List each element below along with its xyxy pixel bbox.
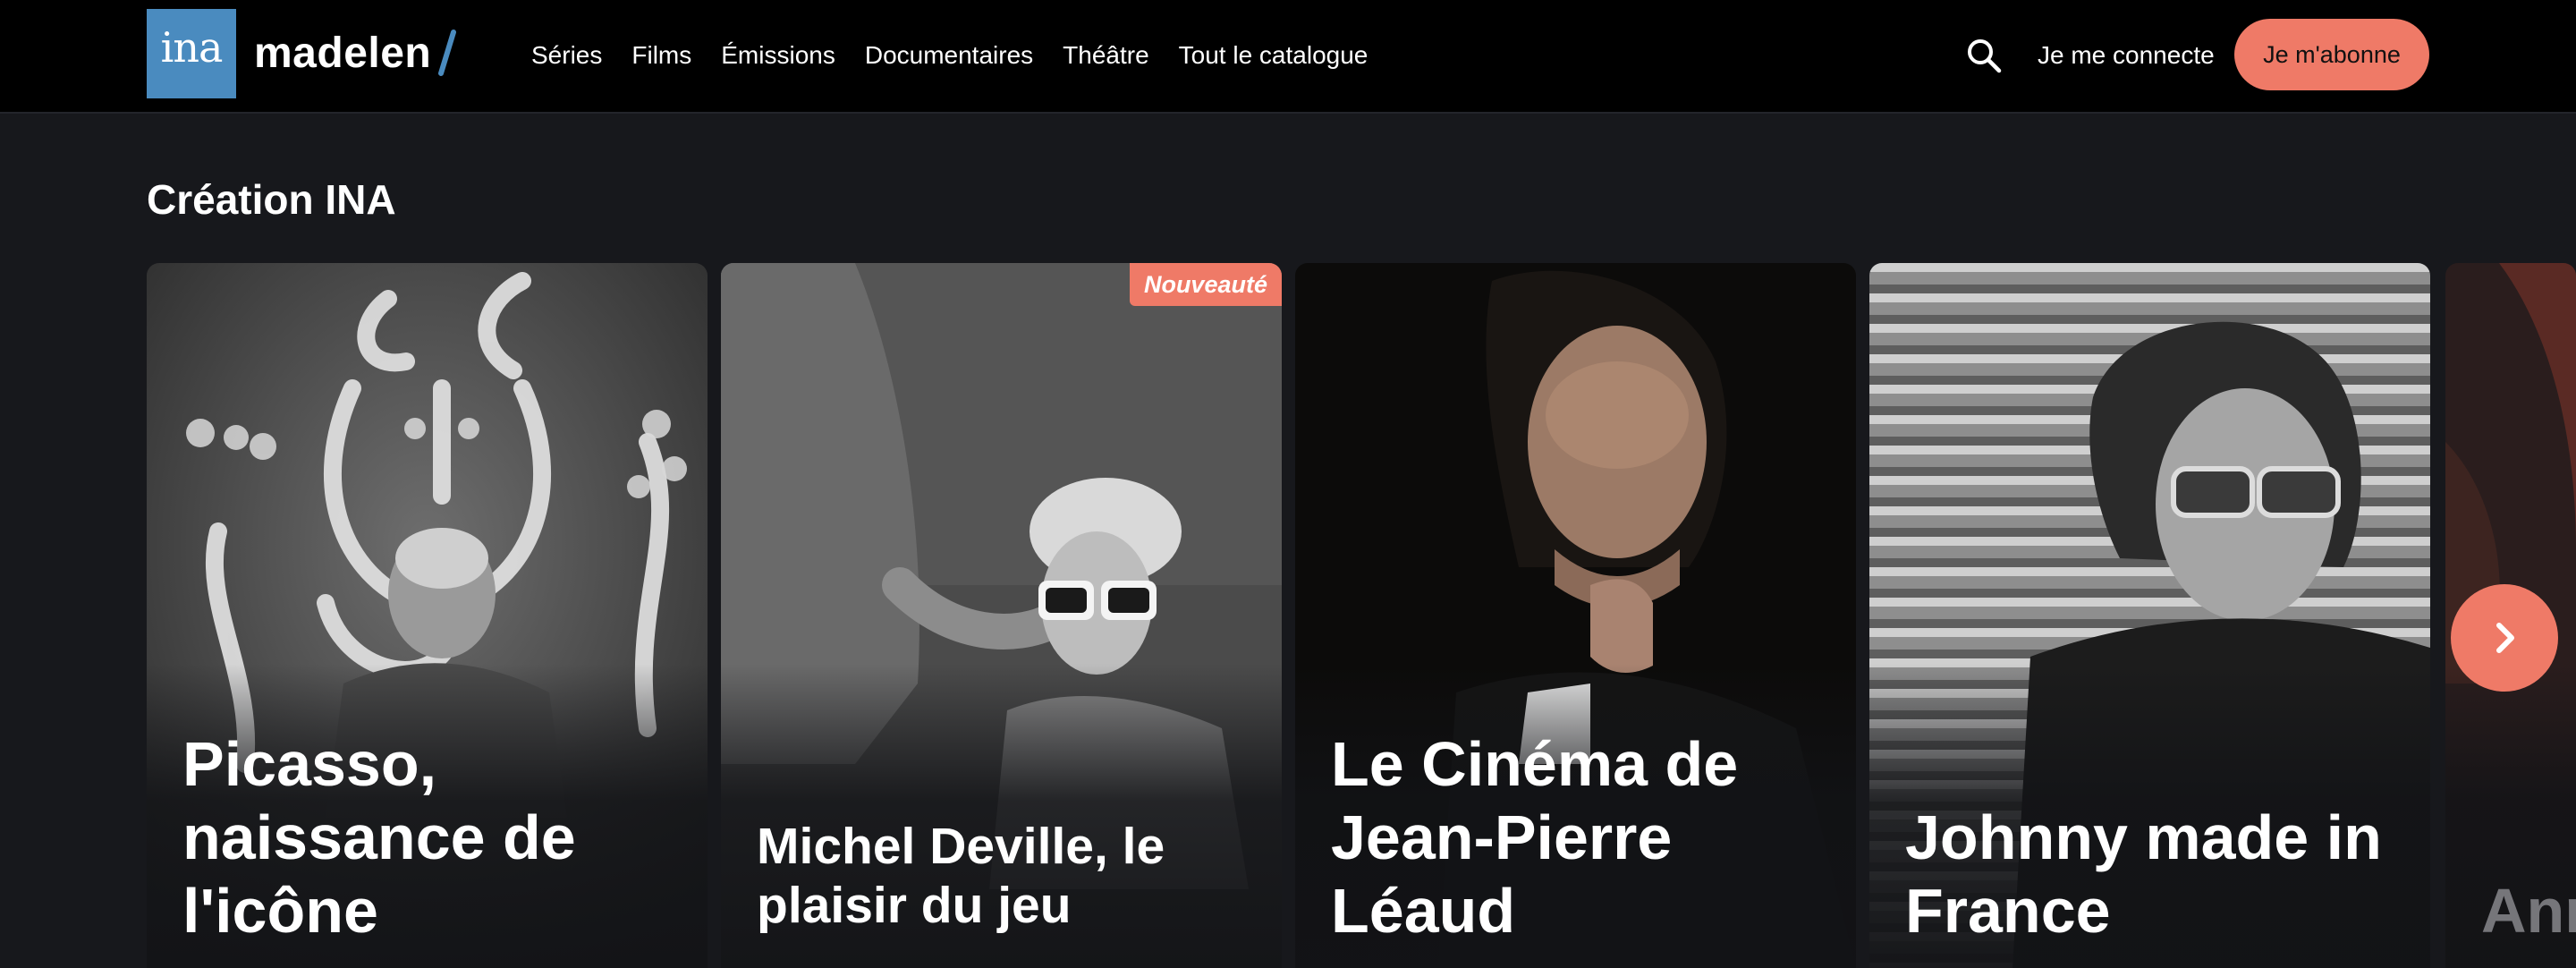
search-icon[interactable] — [1964, 36, 2004, 75]
card-johnny-made-in-france[interactable]: Johnny made in France — [1869, 263, 2430, 968]
nav-documentaires[interactable]: Documentaires — [865, 41, 1033, 70]
ina-logo[interactable]: ina — [147, 9, 236, 98]
main-nav: Séries Films Émissions Documentaires Thé… — [531, 0, 1368, 111]
subscribe-button[interactable]: Je m'abonne — [2234, 19, 2429, 90]
card-title: Ann sou — [2481, 876, 2576, 947]
new-badge: Nouveauté — [1129, 263, 1282, 306]
login-link[interactable]: Je me connecte — [2038, 0, 2215, 111]
nav-catalogue[interactable]: Tout le catalogue — [1179, 41, 1368, 70]
carousel-next-button[interactable] — [2451, 584, 2558, 692]
card-jean-pierre-leaud[interactable]: Le Cinéma de Jean-Pierre Léaud — [1295, 263, 1856, 968]
nav-emissions[interactable]: Émissions — [721, 41, 835, 70]
chevron-right-icon — [2496, 623, 2514, 653]
card-title: Le Cinéma de Jean-Pierre Léaud — [1331, 729, 1739, 947]
nav-theatre[interactable]: Théâtre — [1063, 41, 1149, 70]
brand-name[interactable]: madelen — [254, 23, 431, 82]
nav-films[interactable]: Films — [631, 41, 691, 70]
card-michel-deville[interactable]: Nouveauté Michel Deville, le plaisir du … — [721, 263, 1282, 968]
card-title: Johnny made in France — [1905, 802, 2382, 947]
card-title: Michel Deville, le plaisir du jeu — [757, 817, 1165, 935]
site-header: ina madelen Séries Films Émissions Docum… — [0, 0, 2576, 114]
brand-slash-icon — [438, 30, 456, 76]
logo-text: ina — [160, 23, 224, 72]
card-picasso[interactable]: Picasso, naissance de l'icône — [147, 263, 708, 968]
section-title: Création INA — [147, 176, 396, 223]
card-title: Picasso, naissance de l'icône — [182, 729, 576, 947]
nav-series[interactable]: Séries — [531, 41, 602, 70]
